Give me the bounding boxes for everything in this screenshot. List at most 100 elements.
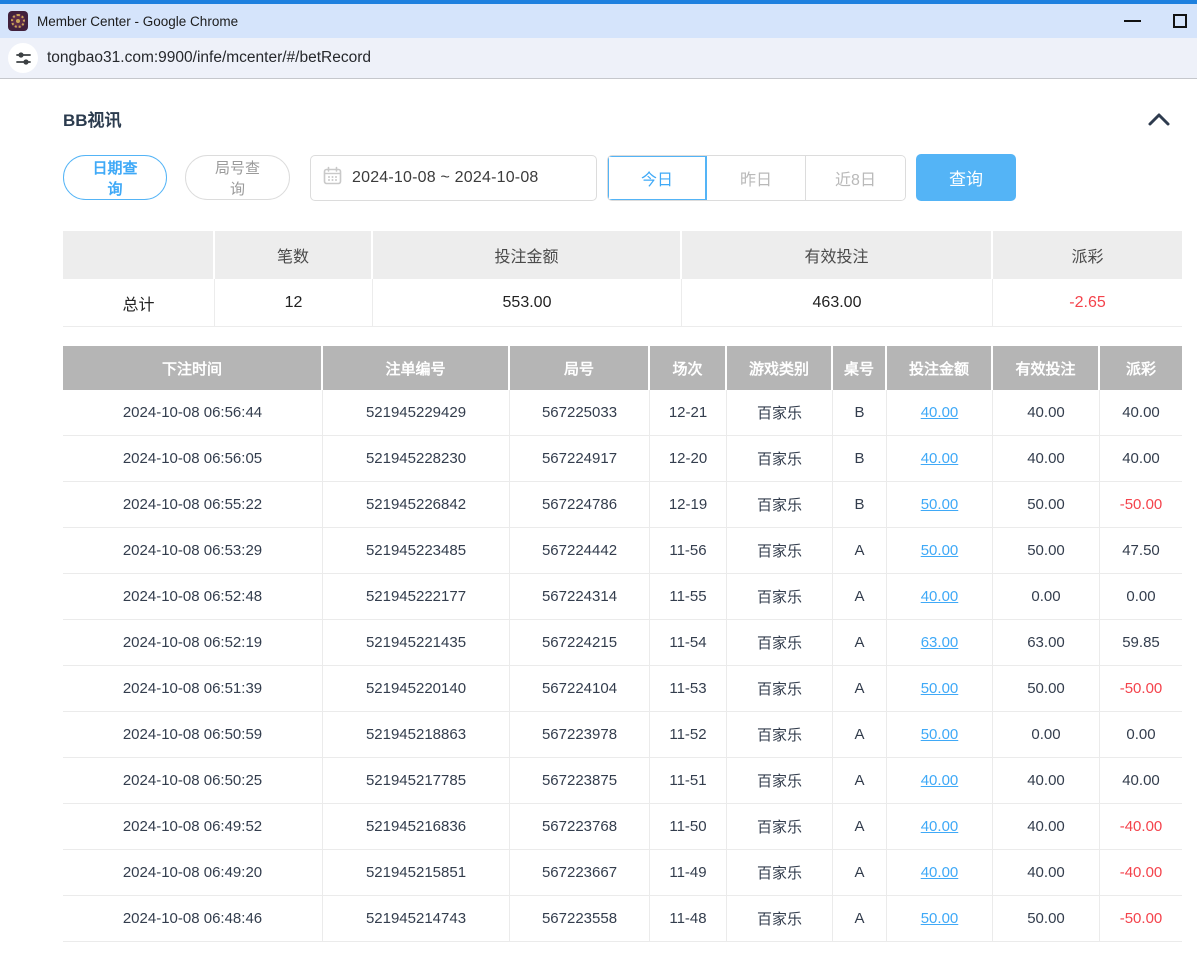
cell-bet_id: 521945218863 (323, 712, 510, 758)
minimize-button[interactable] (1124, 20, 1141, 22)
cell-bet_id: 521945226842 (323, 482, 510, 528)
cell-amount[interactable]: 63.00 (887, 620, 993, 666)
cell-payout: -50.00 (1100, 896, 1182, 942)
cell-session: 11-53 (650, 666, 727, 712)
bet-amount-link[interactable]: 40.00 (921, 864, 959, 881)
date-query-tab[interactable]: 日期查询 (63, 155, 167, 200)
filter-toolbar: 日期查询 局号查询 2024-10-08 ~ 2024-10-08 今日 (63, 154, 1182, 201)
summary-header-count: 笔数 (215, 231, 373, 279)
cell-game: 百家乐 (727, 390, 833, 436)
cell-amount[interactable]: 40.00 (887, 436, 993, 482)
cell-amount[interactable]: 50.00 (887, 896, 993, 942)
cell-amount[interactable]: 50.00 (887, 482, 993, 528)
summary-total-bet-amount: 553.00 (373, 279, 682, 327)
cell-round: 567224917 (510, 436, 650, 482)
collapse-section-button[interactable] (1146, 110, 1172, 128)
cell-amount[interactable]: 40.00 (887, 390, 993, 436)
browser-window: Member Center - Google Chrome tongbao31.… (0, 0, 1197, 961)
bet-amount-link[interactable]: 40.00 (921, 450, 959, 467)
cell-amount[interactable]: 40.00 (887, 758, 993, 804)
page-content: BB视讯 日期查询 局号查询 (0, 79, 1197, 942)
cell-table_no: B (833, 482, 887, 528)
cell-bet_id: 521945216836 (323, 804, 510, 850)
bet-amount-link[interactable]: 50.00 (921, 910, 959, 927)
round-query-tab[interactable]: 局号查询 (185, 155, 290, 200)
cell-valid: 63.00 (993, 620, 1100, 666)
cell-valid: 0.00 (993, 574, 1100, 620)
cell-session: 12-21 (650, 390, 727, 436)
table-row: 2024-10-08 06:52:19521945221435567224215… (63, 620, 1182, 666)
quick-range-yesterday[interactable]: 昨日 (707, 156, 806, 200)
bet-amount-link[interactable]: 40.00 (921, 772, 959, 789)
cell-table_no: A (833, 620, 887, 666)
cell-amount[interactable]: 50.00 (887, 712, 993, 758)
cell-round: 567223875 (510, 758, 650, 804)
bet-amount-link[interactable]: 50.00 (921, 680, 959, 697)
titlebar: Member Center - Google Chrome (0, 4, 1197, 38)
cell-bet_id: 521945214743 (323, 896, 510, 942)
cell-game: 百家乐 (727, 850, 833, 896)
header-payout: 派彩 (1100, 346, 1182, 390)
site-settings-icon[interactable] (8, 43, 38, 73)
cell-table_no: A (833, 850, 887, 896)
table-row: 2024-10-08 06:51:39521945220140567224104… (63, 666, 1182, 712)
window-title: Member Center - Google Chrome (37, 14, 1124, 29)
cell-payout: 40.00 (1100, 390, 1182, 436)
cell-table_no: B (833, 436, 887, 482)
cell-bet_id: 521945228230 (323, 436, 510, 482)
table-row: 2024-10-08 06:52:48521945222177567224314… (63, 574, 1182, 620)
bet-amount-link[interactable]: 50.00 (921, 496, 959, 513)
maximize-button[interactable] (1173, 14, 1187, 28)
cell-game: 百家乐 (727, 482, 833, 528)
date-range-picker[interactable]: 2024-10-08 ~ 2024-10-08 (310, 155, 597, 201)
bet-amount-link[interactable]: 40.00 (921, 818, 959, 835)
cell-bet_id: 521945220140 (323, 666, 510, 712)
cell-amount[interactable]: 50.00 (887, 666, 993, 712)
cell-amount[interactable]: 40.00 (887, 850, 993, 896)
cell-payout: 0.00 (1100, 574, 1182, 620)
cell-table_no: A (833, 666, 887, 712)
bet-amount-link[interactable]: 50.00 (921, 726, 959, 743)
site-favicon (8, 11, 28, 31)
header-round-no: 局号 (510, 346, 650, 390)
cell-table_no: A (833, 712, 887, 758)
cell-time: 2024-10-08 06:49:20 (63, 850, 323, 896)
table-row: 2024-10-08 06:53:29521945223485567224442… (63, 528, 1182, 574)
cell-valid: 40.00 (993, 850, 1100, 896)
bet-amount-link[interactable]: 50.00 (921, 542, 959, 559)
cell-payout: -50.00 (1100, 482, 1182, 528)
bet-amount-link[interactable]: 40.00 (921, 404, 959, 421)
quick-range-last8days[interactable]: 近8日 (806, 156, 905, 200)
bet-amount-link[interactable]: 40.00 (921, 588, 959, 605)
quick-range-today[interactable]: 今日 (608, 156, 707, 200)
table-row: 2024-10-08 06:48:46521945214743567223558… (63, 896, 1182, 942)
table-row: 2024-10-08 06:50:25521945217785567223875… (63, 758, 1182, 804)
cell-amount[interactable]: 40.00 (887, 804, 993, 850)
cell-round: 567224215 (510, 620, 650, 666)
cell-bet_id: 521945223485 (323, 528, 510, 574)
cell-bet_id: 521945229429 (323, 390, 510, 436)
cell-payout: 47.50 (1100, 528, 1182, 574)
cell-game: 百家乐 (727, 804, 833, 850)
summary-header-valid-bet: 有效投注 (682, 231, 993, 279)
url-field[interactable]: tongbao31.com:9900/infe/mcenter/#/betRec… (47, 49, 371, 67)
cell-valid: 0.00 (993, 712, 1100, 758)
cell-game: 百家乐 (727, 758, 833, 804)
cell-payout: 0.00 (1100, 712, 1182, 758)
search-button[interactable]: 查询 (916, 154, 1016, 201)
section-header: BB视讯 (63, 106, 1182, 131)
cell-round: 567223768 (510, 804, 650, 850)
cell-amount[interactable]: 50.00 (887, 528, 993, 574)
cell-session: 11-52 (650, 712, 727, 758)
cell-amount[interactable]: 40.00 (887, 574, 993, 620)
cell-time: 2024-10-08 06:50:25 (63, 758, 323, 804)
cell-payout: -40.00 (1100, 850, 1182, 896)
cell-bet_id: 521945221435 (323, 620, 510, 666)
summary-total-label: 总计 (63, 279, 215, 327)
cell-session: 11-55 (650, 574, 727, 620)
bet-amount-link[interactable]: 63.00 (921, 634, 959, 651)
cell-round: 567223558 (510, 896, 650, 942)
cell-game: 百家乐 (727, 896, 833, 942)
cell-valid: 40.00 (993, 758, 1100, 804)
page-title: BB视讯 (63, 106, 122, 131)
